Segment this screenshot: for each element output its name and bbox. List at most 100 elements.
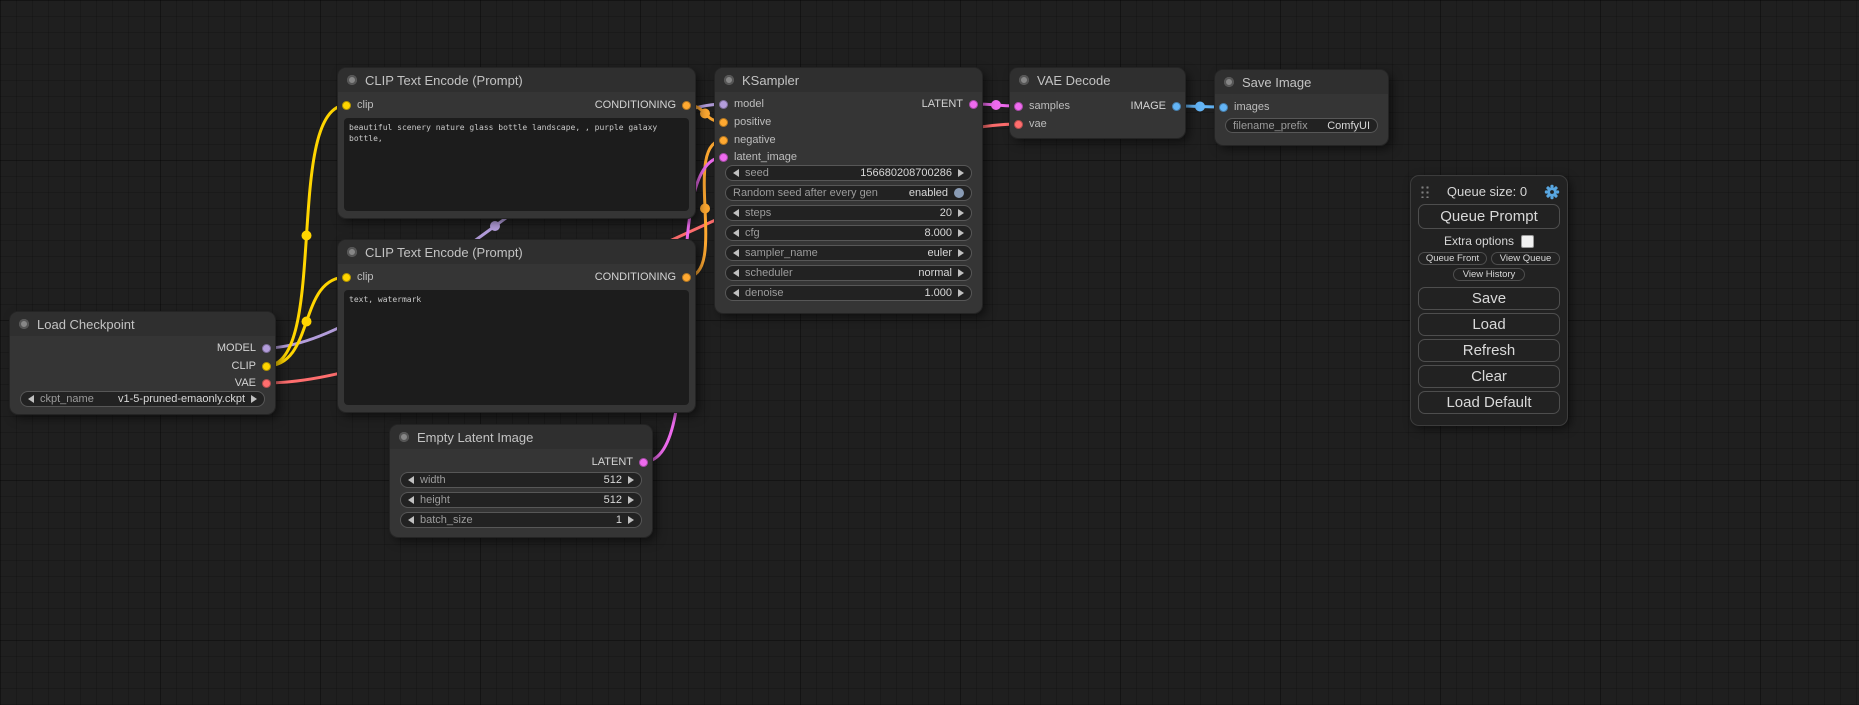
- output-slot-clip[interactable]: CLIP: [232, 359, 271, 373]
- random-seed-toggle-widget[interactable]: Random seed after every gen enabled: [725, 185, 972, 201]
- node-clip-text-encode-positive[interactable]: CLIP Text Encode (Prompt) clip CONDITION…: [338, 68, 695, 218]
- output-slot-model[interactable]: MODEL: [217, 341, 271, 355]
- negative-input-dot[interactable]: [719, 136, 728, 145]
- collapse-dot-icon[interactable]: [19, 319, 29, 329]
- seed-toggle-dot[interactable]: [954, 188, 964, 198]
- next-value-arrow-icon[interactable]: [958, 249, 964, 257]
- clip-input-dot[interactable]: [342, 273, 351, 282]
- decrement-arrow-icon[interactable]: [733, 169, 739, 177]
- images-input-dot[interactable]: [1219, 103, 1228, 112]
- width-widget[interactable]: width 512: [400, 472, 642, 488]
- extra-options-checkbox[interactable]: [1521, 235, 1534, 248]
- cfg-widget[interactable]: cfg 8.000: [725, 225, 972, 241]
- node-title-bar[interactable]: KSampler: [715, 68, 982, 92]
- node-vae-decode[interactable]: VAE Decode samples vae IMAGE: [1010, 68, 1185, 138]
- positive-prompt-textarea[interactable]: beautiful scenery nature glass bottle la…: [344, 118, 689, 211]
- increment-arrow-icon[interactable]: [958, 209, 964, 217]
- decrement-arrow-icon[interactable]: [408, 496, 414, 504]
- input-slot-model[interactable]: model: [719, 97, 764, 111]
- latent-output-dot[interactable]: [969, 100, 978, 109]
- view-history-button[interactable]: View History: [1453, 268, 1525, 281]
- negative-prompt-textarea[interactable]: text, watermark: [344, 290, 689, 405]
- settings-gear-icon[interactable]: [1544, 184, 1560, 200]
- output-slot-vae[interactable]: VAE: [235, 376, 271, 390]
- increment-arrow-icon[interactable]: [958, 289, 964, 297]
- output-slot-latent[interactable]: LATENT: [592, 455, 648, 469]
- latent-image-input-dot[interactable]: [719, 153, 728, 162]
- output-slot-conditioning[interactable]: CONDITIONING: [595, 270, 691, 284]
- prev-value-arrow-icon[interactable]: [733, 249, 739, 257]
- decrement-arrow-icon[interactable]: [408, 516, 414, 524]
- denoise-widget[interactable]: denoise 1.000: [725, 285, 972, 301]
- node-ksampler[interactable]: KSampler model positive negative latent_…: [715, 68, 982, 313]
- seed-widget[interactable]: seed 156680208700286: [725, 165, 972, 181]
- collapse-dot-icon[interactable]: [399, 432, 409, 442]
- next-value-arrow-icon[interactable]: [251, 395, 257, 403]
- input-slot-samples[interactable]: samples: [1014, 99, 1070, 113]
- filename-prefix-widget[interactable]: filename_prefix ComfyUI: [1225, 118, 1378, 133]
- node-title-bar[interactable]: Empty Latent Image: [390, 425, 652, 449]
- conditioning-output-dot[interactable]: [682, 101, 691, 110]
- collapse-dot-icon[interactable]: [347, 75, 357, 85]
- next-value-arrow-icon[interactable]: [958, 269, 964, 277]
- decrement-arrow-icon[interactable]: [733, 209, 739, 217]
- load-button[interactable]: Load: [1418, 313, 1560, 336]
- increment-arrow-icon[interactable]: [958, 229, 964, 237]
- decrement-arrow-icon[interactable]: [733, 229, 739, 237]
- increment-arrow-icon[interactable]: [628, 516, 634, 524]
- vae-output-dot[interactable]: [262, 379, 271, 388]
- input-slot-clip[interactable]: clip: [342, 270, 374, 284]
- decrement-arrow-icon[interactable]: [733, 289, 739, 297]
- collapse-dot-icon[interactable]: [1224, 77, 1234, 87]
- positive-input-dot[interactable]: [719, 118, 728, 127]
- prev-value-arrow-icon[interactable]: [733, 269, 739, 277]
- node-title-bar[interactable]: Load Checkpoint: [10, 312, 275, 336]
- node-title-bar[interactable]: VAE Decode: [1010, 68, 1185, 92]
- node-clip-text-encode-negative[interactable]: CLIP Text Encode (Prompt) clip CONDITION…: [338, 240, 695, 412]
- height-widget[interactable]: height 512: [400, 492, 642, 508]
- collapse-dot-icon[interactable]: [347, 247, 357, 257]
- vae-input-dot[interactable]: [1014, 120, 1023, 129]
- menu-drag-handle[interactable]: [1420, 185, 1430, 198]
- view-queue-button[interactable]: View Queue: [1491, 252, 1560, 265]
- sampler-name-widget[interactable]: sampler_name euler: [725, 245, 972, 261]
- input-slot-negative[interactable]: negative: [719, 133, 776, 147]
- ckpt-name-widget[interactable]: ckpt_name v1-5-pruned-emaonly.ckpt: [20, 391, 265, 407]
- save-button[interactable]: Save: [1418, 287, 1560, 310]
- steps-widget[interactable]: steps 20: [725, 205, 972, 221]
- input-slot-vae[interactable]: vae: [1014, 117, 1047, 131]
- samples-input-dot[interactable]: [1014, 102, 1023, 111]
- increment-arrow-icon[interactable]: [628, 496, 634, 504]
- clear-button[interactable]: Clear: [1418, 365, 1560, 388]
- collapse-dot-icon[interactable]: [1019, 75, 1029, 85]
- queue-front-button[interactable]: Queue Front: [1418, 252, 1487, 265]
- load-default-button[interactable]: Load Default: [1418, 391, 1560, 414]
- queue-prompt-button[interactable]: Queue Prompt: [1418, 204, 1560, 229]
- decrement-arrow-icon[interactable]: [408, 476, 414, 484]
- batch-size-widget[interactable]: batch_size 1: [400, 512, 642, 528]
- node-title-bar[interactable]: CLIP Text Encode (Prompt): [338, 240, 695, 264]
- node-load-checkpoint[interactable]: Load Checkpoint MODEL CLIP VAE ckpt_name…: [10, 312, 275, 414]
- output-slot-conditioning[interactable]: CONDITIONING: [595, 98, 691, 112]
- node-empty-latent-image[interactable]: Empty Latent Image LATENT width 512 heig…: [390, 425, 652, 537]
- clip-input-dot[interactable]: [342, 101, 351, 110]
- image-output-dot[interactable]: [1172, 102, 1181, 111]
- node-title-bar[interactable]: Save Image: [1215, 70, 1388, 94]
- input-slot-positive[interactable]: positive: [719, 115, 771, 129]
- node-save-image[interactable]: Save Image images filename_prefix ComfyU…: [1215, 70, 1388, 145]
- input-slot-latent-image[interactable]: latent_image: [719, 150, 797, 164]
- clip-output-dot[interactable]: [262, 362, 271, 371]
- refresh-button[interactable]: Refresh: [1418, 339, 1560, 362]
- model-input-dot[interactable]: [719, 100, 728, 109]
- model-output-dot[interactable]: [262, 344, 271, 353]
- node-title-bar[interactable]: CLIP Text Encode (Prompt): [338, 68, 695, 92]
- conditioning-output-dot[interactable]: [682, 273, 691, 282]
- input-slot-clip[interactable]: clip: [342, 98, 374, 112]
- latent-output-dot[interactable]: [639, 458, 648, 467]
- prev-value-arrow-icon[interactable]: [28, 395, 34, 403]
- node-graph-canvas[interactable]: Load Checkpoint MODEL CLIP VAE ckpt_name…: [0, 0, 1859, 705]
- output-slot-latent[interactable]: LATENT: [922, 97, 978, 111]
- input-slot-images[interactable]: images: [1219, 100, 1269, 114]
- collapse-dot-icon[interactable]: [724, 75, 734, 85]
- increment-arrow-icon[interactable]: [958, 169, 964, 177]
